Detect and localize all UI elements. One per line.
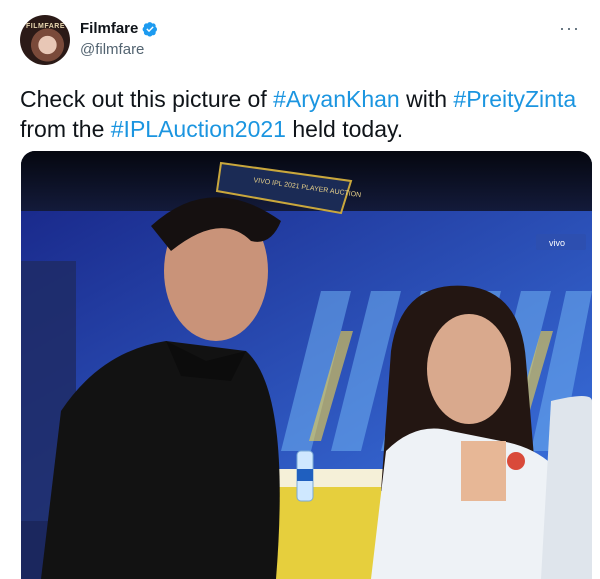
tweet-text-segment: held today. bbox=[285, 116, 404, 142]
author-name-row: Filmfare bbox=[80, 20, 158, 37]
tweet-text-segment: from the bbox=[20, 116, 111, 142]
tweet-card: FILMFARE Filmfare @filmfare ··· Check ou… bbox=[0, 0, 600, 579]
hashtag-link[interactable]: #PreityZinta bbox=[453, 86, 576, 112]
author-handle[interactable]: @filmfare bbox=[80, 41, 144, 58]
author-display-name[interactable]: Filmfare bbox=[80, 20, 138, 37]
more-options-icon[interactable]: ··· bbox=[559, 18, 580, 39]
tweet-text: Check out this picture of #AryanKhan wit… bbox=[20, 84, 590, 144]
hashtag-link[interactable]: #AryanKhan bbox=[273, 86, 400, 112]
tweet-text-segment: Check out this picture of bbox=[20, 86, 274, 112]
photo-scene: VIVO IPL 2021 PLAYER AUCTION vivo bbox=[21, 151, 592, 579]
sponsor-text: vivo bbox=[549, 238, 565, 248]
hashtag-link[interactable]: #IPLAuction2021 bbox=[111, 116, 286, 142]
avatar[interactable]: FILMFARE bbox=[20, 15, 70, 65]
avatar-logo-text: FILMFARE bbox=[26, 23, 65, 30]
tweet-photo[interactable]: VIVO IPL 2021 PLAYER AUCTION vivo bbox=[21, 151, 592, 579]
verified-badge-icon bbox=[142, 21, 158, 37]
tweet-text-segment: with bbox=[399, 86, 454, 112]
